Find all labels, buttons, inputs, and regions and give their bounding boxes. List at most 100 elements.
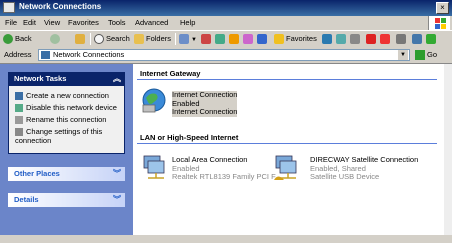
favorites-label: Favorites [286, 34, 317, 43]
delete-icon [257, 34, 267, 45]
print-button[interactable] [350, 33, 362, 45]
mail-button[interactable] [336, 33, 348, 45]
move-button[interactable] [215, 33, 227, 45]
task-create-connection[interactable]: Create a new connection [15, 91, 109, 101]
lan-connection-icon[interactable] [140, 153, 168, 181]
other-places-header[interactable]: Other Places ︾ [8, 167, 125, 181]
history-button[interactable] [322, 33, 334, 45]
search-button[interactable]: Search [94, 33, 130, 45]
extra-button[interactable] [412, 33, 424, 45]
favorites-button[interactable]: Favorites [274, 33, 317, 45]
task-label: Disable this network device [26, 103, 117, 112]
tools-button[interactable] [396, 33, 408, 45]
window-icon [412, 34, 422, 45]
other-places-title: Other Places [14, 169, 60, 178]
windows-logo-icon [428, 16, 450, 30]
new-connection-icon [15, 92, 23, 101]
copy-icon [201, 34, 211, 45]
menu-favorites[interactable]: Favorites [68, 18, 99, 27]
settings-icon [15, 128, 23, 136]
group-divider [137, 143, 437, 144]
stop-button[interactable] [380, 33, 392, 45]
star-icon [274, 34, 284, 45]
back-button[interactable]: Back [3, 33, 32, 45]
copy-button[interactable] [201, 33, 213, 45]
group-title-lan: LAN or High-Speed Internet [140, 133, 239, 142]
history-icon [322, 34, 332, 45]
network-tasks-header[interactable]: Network Tasks ︽ [8, 72, 125, 86]
satellite-connection-item[interactable]: DIRECWAY Satellite Connection Enabled, S… [310, 155, 418, 182]
back-label: Back [15, 34, 32, 43]
task-label: Create a new connection [26, 91, 109, 100]
task-rename-connection[interactable]: Rename this connection [15, 115, 107, 125]
chevron-down-icon[interactable]: ︾ [113, 167, 121, 181]
group-divider [137, 79, 437, 80]
share-button[interactable] [229, 33, 241, 45]
details-header[interactable]: Details ︾ [8, 193, 125, 207]
network-connections-icon [3, 2, 15, 13]
move-icon [215, 34, 225, 45]
back-arrow-icon [3, 34, 13, 45]
cut-icon [366, 34, 376, 45]
folders-button[interactable]: Folders [134, 33, 171, 45]
network-tasks-panel: Create a new connection Disable this net… [8, 86, 125, 154]
toolbar-separator [90, 33, 91, 45]
task-pane: Network Tasks ︽ Create a new connection … [0, 64, 133, 236]
rename-icon [15, 116, 23, 125]
internet-gateway-icon[interactable] [140, 86, 168, 114]
mail-icon [336, 34, 346, 45]
forward-button[interactable] [50, 33, 62, 45]
internet-connection-item[interactable]: Internet Connection Enabled Internet Con… [172, 90, 238, 117]
menu-help[interactable]: Help [180, 18, 195, 27]
address-label: Address [4, 50, 32, 59]
folder-up-icon [75, 34, 85, 45]
satellite-connection-icon[interactable] [272, 153, 300, 181]
chevron-down-icon[interactable]: ︾ [113, 193, 121, 207]
go-label: Go [427, 50, 438, 59]
toolbar-separator [175, 33, 176, 45]
search-icon [94, 34, 104, 45]
views-button[interactable]: ▼ [179, 33, 197, 45]
address-bar: Address Network Connections ▼ Go [0, 47, 452, 63]
details-title: Details [14, 195, 39, 204]
stop-icon [380, 34, 390, 45]
menu-view[interactable]: View [44, 18, 60, 27]
connection-device: Internet Connection [172, 107, 238, 116]
menu-bar: File Edit View Favorites Tools Advanced … [0, 16, 452, 30]
tools-icon [396, 34, 406, 45]
content-area: Network Tasks ︽ Create a new connection … [0, 63, 452, 236]
window-title: Network Connections [19, 2, 102, 11]
toolbar: Back Search Folders ▼ Favorites [0, 30, 452, 47]
delete-button[interactable] [257, 33, 269, 45]
search-label: Search [106, 34, 130, 43]
connection-device: Satellite USB Device [310, 172, 380, 181]
close-button[interactable]: × [436, 2, 449, 14]
network-tasks-title: Network Tasks [14, 74, 67, 83]
connection-device: Realtek RTL8139 Family PCI F... [172, 172, 282, 181]
share-icon [229, 34, 239, 45]
messenger-button[interactable] [426, 33, 438, 45]
menu-advanced[interactable]: Advanced [135, 18, 168, 27]
print-icon [350, 34, 360, 45]
messenger-icon [426, 34, 436, 45]
menu-edit[interactable]: Edit [23, 18, 36, 27]
chevron-up-icon[interactable]: ︽ [113, 72, 121, 86]
cut-button[interactable] [366, 33, 378, 45]
task-disable-device[interactable]: Disable this network device [15, 103, 117, 113]
folders-icon [134, 34, 144, 45]
go-button[interactable]: Go [415, 49, 445, 61]
menu-tools[interactable]: Tools [108, 18, 126, 27]
properties-button[interactable] [243, 33, 255, 45]
address-field[interactable]: Network Connections ▼ [38, 49, 410, 61]
network-connections-icon [41, 51, 50, 59]
disable-device-icon [15, 104, 23, 113]
task-label: Rename this connection [26, 115, 107, 124]
local-area-connection-item[interactable]: Local Area Connection Enabled Realtek RT… [172, 155, 282, 182]
menu-file[interactable]: File [5, 18, 17, 27]
task-change-settings[interactable]: Change settings of this connection [15, 127, 120, 145]
task-label: Change settings of this connection [15, 127, 103, 145]
status-bar [0, 235, 452, 243]
vertical-scrollbar[interactable] [444, 64, 452, 236]
chevron-down-icon[interactable]: ▼ [398, 50, 408, 60]
up-button[interactable] [75, 33, 87, 45]
